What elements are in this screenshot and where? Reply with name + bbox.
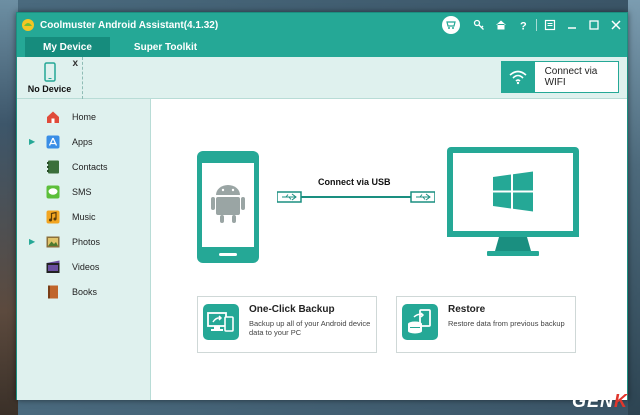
genk-watermark: GENK [572,391,628,412]
sidebar-item-label: Music [72,211,96,222]
expand-arrow-icon[interactable]: ▶ [29,137,37,146]
sidebar-item-label: Apps [72,136,93,147]
watermark-accent: K [614,391,628,411]
sidebar: Home ▶ Apps Contacts SMS Music ▶ Photos … [17,99,151,400]
music-icon [46,210,60,223]
sidebar-item-label: Contacts [72,161,108,172]
title-bar[interactable]: Coolmuster Android Assistant(4.1.32) ? [17,13,627,37]
sidebar-item-photos[interactable]: ▶ Photos [17,229,150,254]
key-icon[interactable] [470,16,488,34]
backup-title: One-Click Backup [249,304,335,315]
usb-plug-right-icon [410,191,435,203]
tab-super-toolkit[interactable]: Super Toolkit [116,37,215,57]
feedback-icon[interactable] [541,16,559,34]
wifi-label: Connect via WIFI [544,66,598,88]
device-label: No Device [27,83,72,94]
device-card[interactable]: No Device x [17,56,83,99]
restore-icon [402,304,438,340]
backup-description: Backup up all of your Android device dat… [249,319,371,338]
android-phone-illustration [197,151,259,263]
sidebar-item-label: Books [72,286,98,297]
photos-icon [46,236,60,247]
sms-icon [46,185,60,198]
sidebar-item-home[interactable]: Home [17,104,150,129]
sidebar-item-contacts[interactable]: Contacts [17,154,150,179]
restore-description: Restore data from previous backup [448,319,565,328]
sidebar-item-videos[interactable]: Videos [17,254,150,279]
cart-icon[interactable] [442,16,460,34]
restore-card[interactable]: Restore Restore data from previous backu… [396,296,576,353]
help-icon[interactable]: ? [514,16,532,34]
one-click-backup-card[interactable]: One-Click Backup Backup up all of your A… [197,296,377,353]
content-area: Connect via USB One-Click Backup Backup … [151,99,627,400]
connect-wifi-button[interactable]: Connect via WIFI [501,61,619,93]
window-title: Coolmuster Android Assistant(4.1.32) [40,19,219,31]
wifi-icon [502,62,535,92]
close-icon[interactable] [607,16,625,34]
maximize-icon[interactable] [585,16,603,34]
sidebar-item-music[interactable]: Music [17,204,150,229]
svg-text:?: ? [520,21,527,32]
sidebar-item-label: Home [72,111,97,122]
sidebar-item-label: Videos [72,261,100,272]
main-area: Home ▶ Apps Contacts SMS Music ▶ Photos … [17,99,627,400]
app-logo-icon [22,19,34,31]
sidebar-item-label: Photos [72,236,101,247]
watermark-text: GEN [571,391,614,411]
apps-icon [46,135,60,148]
tab-bar: My Device Super Toolkit [17,37,627,57]
home-nav-icon[interactable] [492,16,510,34]
title-controls: ? [442,13,627,37]
tab-my-device[interactable]: My Device [25,37,110,57]
home-icon [47,111,59,123]
contacts-icon [47,160,59,173]
desktop-right-edge [628,0,640,415]
sidebar-item-sms[interactable]: SMS [17,179,150,204]
restore-title: Restore [448,304,486,315]
minimize-icon[interactable] [563,16,581,34]
expand-arrow-icon[interactable]: ▶ [29,237,37,246]
videos-icon [46,260,60,273]
sidebar-item-label: SMS [72,186,92,197]
app-window: Coolmuster Android Assistant(4.1.32) ? M… [16,12,628,400]
device-close-icon[interactable]: x [72,58,78,69]
backup-icon [203,304,239,340]
phone-icon [43,61,56,82]
device-bar: No Device x Connect via WIFI [17,56,627,99]
title-separator [536,19,537,31]
sidebar-item-apps[interactable]: ▶ Apps [17,129,150,154]
pc-monitor-illustration [447,147,579,256]
connect-usb-label: Connect via USB [318,177,391,187]
sidebar-item-books[interactable]: Books [17,279,150,304]
books-icon [48,285,58,298]
